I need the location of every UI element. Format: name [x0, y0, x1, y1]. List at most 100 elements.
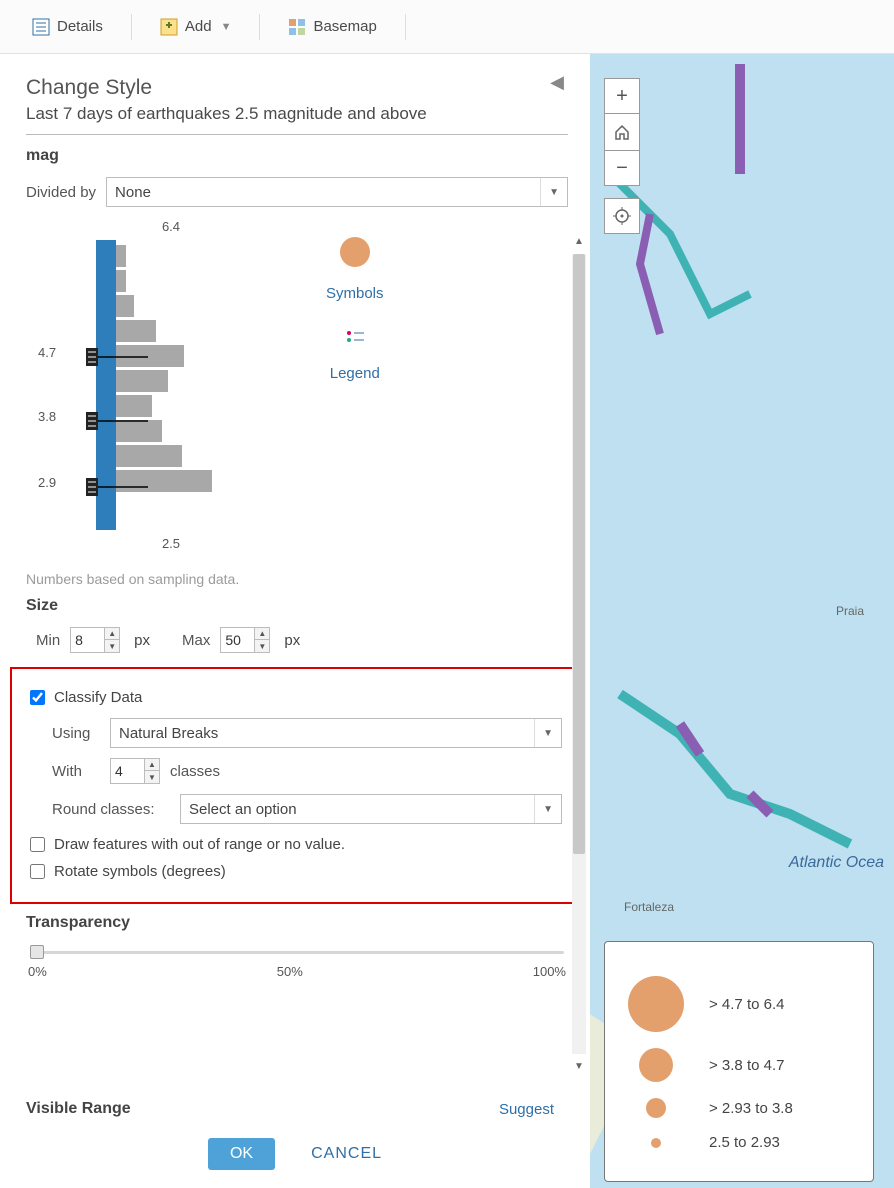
- draw-out-label: Draw features with out of range or no va…: [54, 836, 345, 853]
- using-value: Natural Breaks: [119, 725, 218, 742]
- panel-scrollbar[interactable]: ▲ ▼: [572, 254, 586, 1054]
- classification-method-select[interactable]: Natural Breaks ▼: [110, 718, 562, 748]
- max-size-input[interactable]: [220, 627, 254, 653]
- map-canvas[interactable]: Praia Atlantic Ocea Fortaleza + − > 4.7 …: [590, 54, 894, 1188]
- details-icon: [32, 18, 50, 36]
- scroll-thumb[interactable]: [573, 254, 585, 854]
- divided-by-label: Divided by: [26, 184, 96, 201]
- legend-row: > 2.93 to 3.8: [621, 1098, 857, 1118]
- legend-text: > 2.93 to 3.8: [709, 1100, 793, 1117]
- divided-by-select[interactable]: None ▼: [106, 177, 568, 207]
- spinner-up-icon[interactable]: ▲: [105, 628, 119, 640]
- histogram[interactable]: [76, 240, 266, 530]
- slider-track: [30, 951, 564, 954]
- break-label: 2.9: [38, 475, 56, 490]
- legend-dot: [639, 1048, 673, 1082]
- sampling-note: Numbers based on sampling data.: [26, 571, 568, 587]
- legend-text: > 4.7 to 6.4: [709, 996, 784, 1013]
- classes-spinner[interactable]: ▲▼: [110, 758, 160, 784]
- scroll-down-icon[interactable]: ▼: [572, 1061, 586, 1072]
- round-classes-label: Round classes:: [52, 801, 170, 818]
- legend-row: 2.5 to 2.93: [621, 1134, 857, 1151]
- px-label: px: [284, 632, 300, 649]
- details-label: Details: [57, 18, 103, 35]
- top-toolbar: Details Add ▼ Basemap: [0, 0, 894, 54]
- classes-label: classes: [170, 763, 220, 780]
- home-button[interactable]: [604, 114, 640, 150]
- chevron-down-icon: ▼: [534, 795, 553, 823]
- style-panel: ◀ Change Style Last 7 days of earthquake…: [0, 54, 590, 1188]
- round-classes-select[interactable]: Select an option ▼: [180, 794, 562, 824]
- spinner-up-icon[interactable]: ▲: [255, 628, 269, 640]
- min-size-input[interactable]: [70, 627, 104, 653]
- transparency-slider[interactable]: [30, 944, 564, 960]
- panel-subtitle: Last 7 days of earthquakes 2.5 magnitude…: [26, 104, 568, 135]
- cancel-button[interactable]: CANCEL: [311, 1145, 382, 1163]
- map-label-fortaleza: Fortaleza: [624, 900, 674, 914]
- transp-tick-50: 50%: [277, 964, 303, 979]
- toolbar-separator: [259, 14, 260, 40]
- panel-title: Change Style: [26, 76, 568, 100]
- map-label-ocean: Atlantic Ocea: [789, 854, 884, 872]
- legend-dot: [651, 1138, 661, 1148]
- add-button[interactable]: Add ▼: [150, 12, 242, 42]
- spinner-down-icon[interactable]: ▼: [255, 640, 269, 652]
- legend-dot: [628, 976, 684, 1032]
- legend-dot: [646, 1098, 666, 1118]
- legend-text: 2.5 to 2.93: [709, 1134, 780, 1151]
- hist-min-label: 2.5: [76, 536, 266, 551]
- spinner-down-icon[interactable]: ▼: [105, 640, 119, 652]
- add-icon: [160, 18, 178, 36]
- spinner-up-icon[interactable]: ▲: [145, 759, 159, 771]
- zoom-out-button[interactable]: −: [604, 150, 640, 186]
- basemap-label: Basemap: [313, 18, 376, 35]
- max-size-spinner[interactable]: ▲▼: [220, 627, 270, 653]
- ok-button[interactable]: OK: [208, 1138, 275, 1170]
- classify-section: Classify Data Using Natural Breaks ▼ Wit…: [10, 667, 578, 904]
- toolbar-separator: [405, 14, 406, 40]
- basemap-icon: [288, 18, 306, 36]
- hist-max-label: 6.4: [76, 219, 266, 234]
- symbols-swatch[interactable]: [340, 237, 370, 267]
- classes-input[interactable]: [110, 758, 144, 784]
- max-label: Max: [182, 632, 210, 649]
- with-label: With: [52, 763, 100, 780]
- map-legend: > 4.7 to 6.4 > 3.8 to 4.7 > 2.93 to 3.8 …: [604, 941, 874, 1182]
- chevron-down-icon: ▼: [534, 719, 553, 747]
- toolbar-separator: [131, 14, 132, 40]
- symbols-link[interactable]: Symbols: [326, 285, 384, 302]
- zoom-control-group: + −: [604, 78, 640, 186]
- legend-text: > 3.8 to 4.7: [709, 1057, 784, 1074]
- legend-icon[interactable]: [346, 330, 364, 347]
- divided-by-value: None: [115, 184, 151, 201]
- zoom-in-button[interactable]: +: [604, 78, 640, 114]
- rotate-symbols-checkbox[interactable]: Rotate symbols (degrees): [26, 861, 562, 882]
- locate-button[interactable]: [604, 198, 640, 234]
- field-name: mag: [26, 147, 568, 165]
- scroll-up-icon[interactable]: ▲: [572, 236, 586, 247]
- classify-checkbox-input[interactable]: [30, 690, 45, 705]
- transp-tick-0: 0%: [28, 964, 47, 979]
- break-label: 4.7: [38, 345, 56, 360]
- visible-range-header: Visible Range: [26, 1100, 131, 1118]
- map-label-praia: Praia: [836, 604, 864, 618]
- round-value: Select an option: [189, 801, 297, 818]
- add-label: Add: [185, 18, 212, 35]
- collapse-panel-icon[interactable]: ◀: [550, 72, 564, 93]
- min-size-spinner[interactable]: ▲▼: [70, 627, 120, 653]
- spinner-down-icon[interactable]: ▼: [145, 771, 159, 783]
- legend-row: > 3.8 to 4.7: [621, 1048, 857, 1082]
- suggest-link[interactable]: Suggest: [499, 1101, 554, 1118]
- rotate-label: Rotate symbols (degrees): [54, 863, 226, 880]
- classify-data-checkbox[interactable]: Classify Data: [26, 687, 562, 708]
- slider-thumb[interactable]: [30, 945, 44, 959]
- rotate-checkbox-input[interactable]: [30, 864, 45, 879]
- draw-out-of-range-checkbox[interactable]: Draw features with out of range or no va…: [26, 834, 562, 855]
- details-button[interactable]: Details: [22, 12, 113, 42]
- basemap-button[interactable]: Basemap: [278, 12, 386, 42]
- break-label: 3.8: [38, 409, 56, 424]
- draw-out-checkbox-input[interactable]: [30, 837, 45, 852]
- chevron-down-icon: ▼: [221, 21, 232, 33]
- transp-tick-100: 100%: [533, 964, 566, 979]
- legend-link[interactable]: Legend: [330, 365, 380, 382]
